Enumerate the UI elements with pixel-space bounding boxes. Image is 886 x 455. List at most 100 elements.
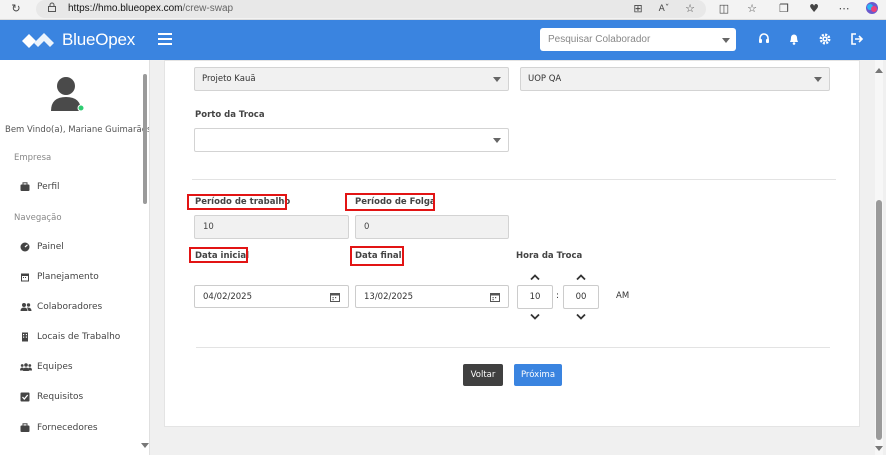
- hour-value: 10: [529, 292, 541, 302]
- bell-icon[interactable]: [786, 32, 802, 48]
- highlight-box: [189, 247, 248, 263]
- am-pm-indicator[interactable]: AM: [616, 291, 629, 301]
- periodo-folga-field: 0: [355, 215, 509, 239]
- sidebar-scrollbar[interactable]: [143, 74, 147, 204]
- sidebar: Bem Vindo(a), Mariane Guimarães Empresa …: [0, 60, 150, 455]
- collections-icon[interactable]: ❐: [776, 1, 792, 17]
- highlight-box: [350, 246, 404, 266]
- calendar-icon: [21, 273, 29, 282]
- sidebar-item-painel[interactable]: Painel: [20, 240, 140, 256]
- minute-increment-icon[interactable]: [575, 273, 587, 281]
- sidebar-item-locais-de-trabalho[interactable]: Locais de Trabalho: [20, 330, 140, 346]
- chevron-down-icon: [814, 77, 822, 82]
- sidebar-item-fornecedores[interactable]: Fornecedores: [20, 421, 140, 437]
- dashboard-icon: [20, 242, 30, 252]
- more-menu-icon[interactable]: ⋯: [836, 1, 852, 17]
- sidebar-item-label: Colaboradores: [37, 302, 103, 312]
- team-icon: [20, 363, 32, 371]
- sidebar-item-label: Requisitos: [37, 392, 84, 402]
- crew-swap-form-card: Projeto Kauã UOP QA Porto da Troca Perío…: [164, 60, 860, 427]
- search-collaborator-select[interactable]: Pesquisar Colaborador: [540, 28, 736, 51]
- url-path: /crew-swap: [182, 3, 234, 14]
- app-header: BlueOpex Pesquisar Colaborador: [0, 20, 886, 60]
- url-host: https://hmo.blueopex.com: [68, 3, 183, 14]
- chevron-down-icon: [493, 77, 501, 82]
- time-separator: :: [556, 291, 560, 301]
- minute-decrement-icon[interactable]: [575, 313, 587, 321]
- logout-icon[interactable]: [849, 32, 865, 48]
- scroll-down-icon[interactable]: [141, 443, 149, 448]
- periodo-trabalho-value: 10: [203, 222, 214, 232]
- reload-icon[interactable]: ↻: [8, 1, 24, 17]
- scroll-up-icon[interactable]: [875, 68, 883, 73]
- app-grid-icon[interactable]: ⊞: [630, 1, 646, 17]
- building-icon: [22, 332, 28, 342]
- scroll-down-icon[interactable]: [875, 446, 883, 451]
- sidebar-item-label: Equipes: [37, 362, 73, 372]
- porto-select[interactable]: [194, 128, 509, 152]
- support-icon[interactable]: [756, 32, 772, 48]
- projeto-value: Projeto Kauã: [202, 74, 256, 84]
- briefcase-icon: [20, 423, 30, 432]
- search-placeholder: Pesquisar Colaborador: [548, 34, 651, 45]
- briefcase-icon: [20, 182, 30, 191]
- projeto-select[interactable]: Projeto Kauã: [194, 67, 509, 91]
- main-scrollbar-thumb[interactable]: [876, 200, 882, 440]
- porto-label: Porto da Troca: [195, 110, 265, 120]
- calendar-icon[interactable]: [330, 292, 340, 302]
- chevron-down-icon: [493, 138, 501, 143]
- minute-value: 00: [575, 292, 587, 302]
- hour-decrement-icon[interactable]: [529, 313, 541, 321]
- uop-select[interactable]: UOP QA: [520, 67, 830, 91]
- sidebar-item-equipes[interactable]: Equipes: [20, 360, 140, 376]
- extensions-icon[interactable]: ♥: [806, 1, 822, 17]
- periodo-folga-value: 0: [364, 222, 370, 232]
- data-final-input[interactable]: 13/02/2025: [355, 285, 509, 308]
- sidebar-item-label: Planejamento: [37, 272, 99, 282]
- copilot-icon[interactable]: [864, 1, 880, 17]
- checkbox-icon: [20, 392, 30, 402]
- next-button[interactable]: Próxima: [514, 364, 562, 386]
- lock-icon[interactable]: [44, 1, 60, 17]
- uop-value: UOP QA: [528, 74, 562, 84]
- split-screen-icon[interactable]: ◫: [716, 1, 732, 17]
- address-bar[interactable]: https://hmo.blueopex.com/crew-swap ⊞ Aˇ …: [36, 0, 706, 18]
- favorites-icon[interactable]: ☆: [744, 1, 760, 17]
- sidebar-item-label: Painel: [37, 242, 64, 252]
- hour-increment-icon[interactable]: [529, 273, 541, 281]
- sidebar-item-planejamento[interactable]: Planejamento: [20, 270, 140, 286]
- calendar-icon[interactable]: [490, 292, 500, 302]
- periodo-trabalho-field: 10: [194, 215, 349, 239]
- hour-input[interactable]: 10: [517, 285, 553, 309]
- menu-toggle-icon[interactable]: [158, 33, 172, 45]
- sidebar-item-label: Locais de Trabalho: [37, 332, 121, 342]
- highlight-box: [187, 194, 287, 210]
- user-avatar: [50, 75, 85, 113]
- main-content: Projeto Kauã UOP QA Porto da Troca Perío…: [150, 60, 886, 455]
- url-text: https://hmo.blueopex.com/crew-swap: [68, 3, 233, 14]
- sidebar-item-label: Fornecedores: [37, 423, 98, 433]
- sidebar-item-perfil[interactable]: Perfil: [20, 180, 140, 196]
- section-divider: [192, 179, 836, 180]
- sidebar-item-colaboradores[interactable]: Colaboradores: [20, 300, 140, 316]
- brand-logo-icon: [22, 33, 54, 48]
- hora-label: Hora da Troca: [516, 251, 583, 261]
- sidebar-item-requisitos[interactable]: Requisitos: [20, 390, 140, 406]
- section-divider: [196, 347, 830, 348]
- browser-toolbar: ↻ https://hmo.blueopex.com/crew-swap ⊞ A…: [0, 0, 886, 20]
- sidebar-item-label: Perfil: [37, 182, 60, 192]
- welcome-text: Bem Vindo(a), Mariane Guimarães: [5, 125, 150, 135]
- settings-gear-icon[interactable]: [817, 32, 833, 48]
- data-inicial-input[interactable]: 04/02/2025: [194, 285, 349, 308]
- data-final-value: 13/02/2025: [364, 292, 413, 302]
- minute-input[interactable]: 00: [563, 285, 599, 309]
- section-title-empresa: Empresa: [14, 153, 52, 163]
- back-button[interactable]: Voltar: [463, 364, 503, 386]
- data-inicial-value: 04/02/2025: [203, 292, 252, 302]
- chevron-down-icon: [722, 38, 730, 43]
- section-title-navegacao: Navegação: [14, 213, 62, 223]
- read-aloud-icon[interactable]: Aˇ: [656, 1, 672, 17]
- favorite-star-icon[interactable]: ☆: [682, 1, 698, 17]
- brand-name: BlueOpex: [62, 30, 136, 49]
- users-icon: [20, 303, 32, 311]
